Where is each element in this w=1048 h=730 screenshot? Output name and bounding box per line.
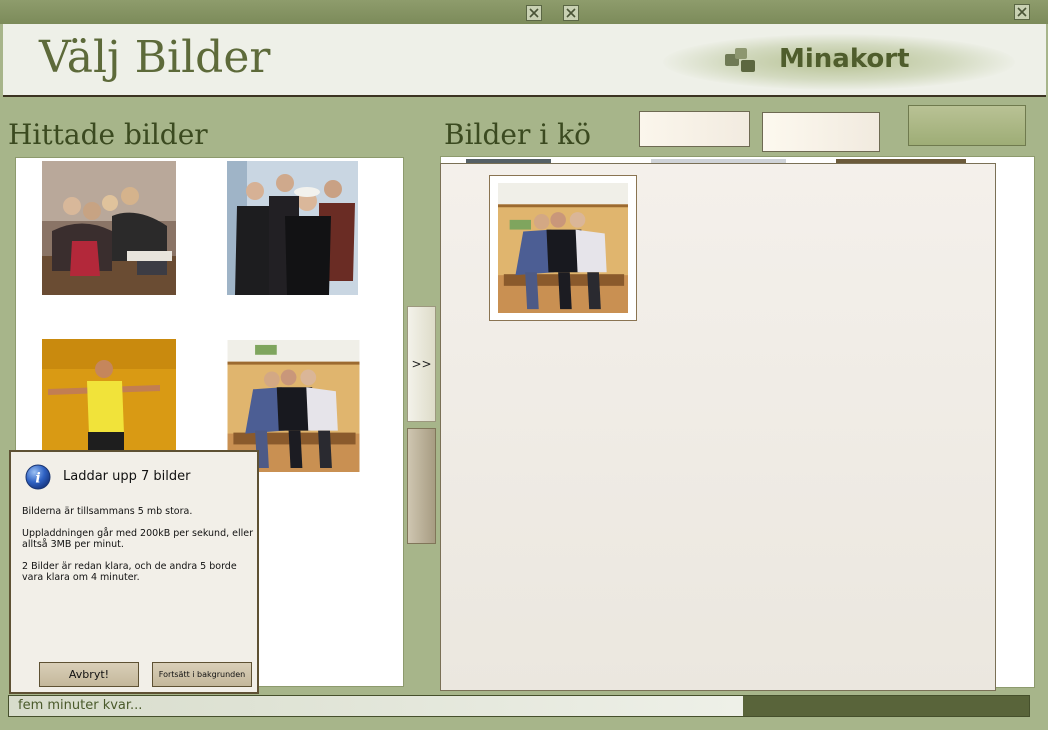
svg-text:i: i [35,471,40,487]
upload-dialog: i Laddar upp 7 bilder Bilderna är tillsa… [9,450,259,694]
info-icon: i [25,464,51,490]
dialog-title: Laddar upp 7 bilder [63,469,191,484]
dialog-progress-text: 2 Bilder är redan klara, och de andra 5 … [22,561,237,583]
page-title: Välj Bilder [39,32,271,83]
option-field-2[interactable] [762,112,880,152]
status-text: fem minuter kvar... [18,698,143,713]
queue-title: Bilder i kö [444,118,591,151]
found-images-title: Hittade bilder [8,118,208,151]
band-photo[interactable] [227,161,358,295]
remove-from-queue-button[interactable] [407,428,436,544]
close-x-icon[interactable] [1014,4,1030,20]
brand-name[interactable]: Minakort [779,44,910,74]
dialog-speed-text: Uppladdningen går med 200kB per sekund, … [22,528,254,550]
cancel-button[interactable]: Avbryt! [39,662,139,687]
group-of-friends-photo[interactable] [42,161,176,295]
action-button[interactable] [908,105,1026,146]
app-header: Välj Bilder Minakort [3,24,1046,97]
move-to-queue-button[interactable]: >> [407,306,436,422]
friends-on-bench-photo [498,183,628,313]
close-x-icon[interactable] [526,5,542,21]
queued-image-card[interactable] [489,175,637,321]
option-field-1[interactable] [639,111,750,147]
continue-in-background-button[interactable]: Fortsätt i bakgrunden [152,662,252,687]
dialog-size-text: Bilderna är tillsammans 5 mb stora. [22,506,193,517]
window-top-bar [0,0,1048,24]
man-in-yellow-shirt-photo[interactable] [42,339,176,451]
close-x-icon[interactable] [563,5,579,21]
brand-logo-icon [725,48,755,72]
